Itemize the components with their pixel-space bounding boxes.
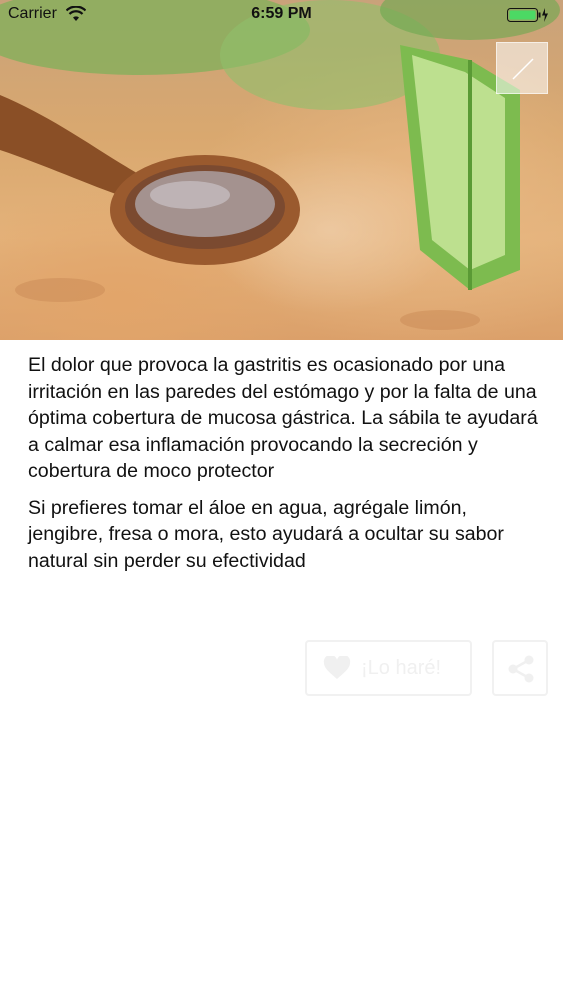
article-paragraph: El dolor que provoca la gastritis es oca… xyxy=(28,354,538,482)
share-icon xyxy=(508,655,534,683)
clock-time: 6:59 PM xyxy=(251,5,312,22)
share-button[interactable] xyxy=(492,640,548,696)
hero-image xyxy=(0,0,563,340)
do-it-label: ¡Lo haré! xyxy=(361,657,442,679)
battery-icon xyxy=(507,7,549,28)
aloe-spoon-illustration xyxy=(0,0,560,330)
article-body: El dolor que provoca la gastritis es oca… xyxy=(28,352,538,584)
close-icon xyxy=(512,58,534,80)
do-it-button[interactable]: ¡Lo haré! xyxy=(305,640,472,696)
heart-icon xyxy=(323,654,351,686)
article-paragraph: Si prefieres tomar el áloe en agua, agré… xyxy=(28,496,504,572)
close-button[interactable] xyxy=(496,42,548,94)
status-bar: Carrier 6:59 PM xyxy=(0,0,563,30)
